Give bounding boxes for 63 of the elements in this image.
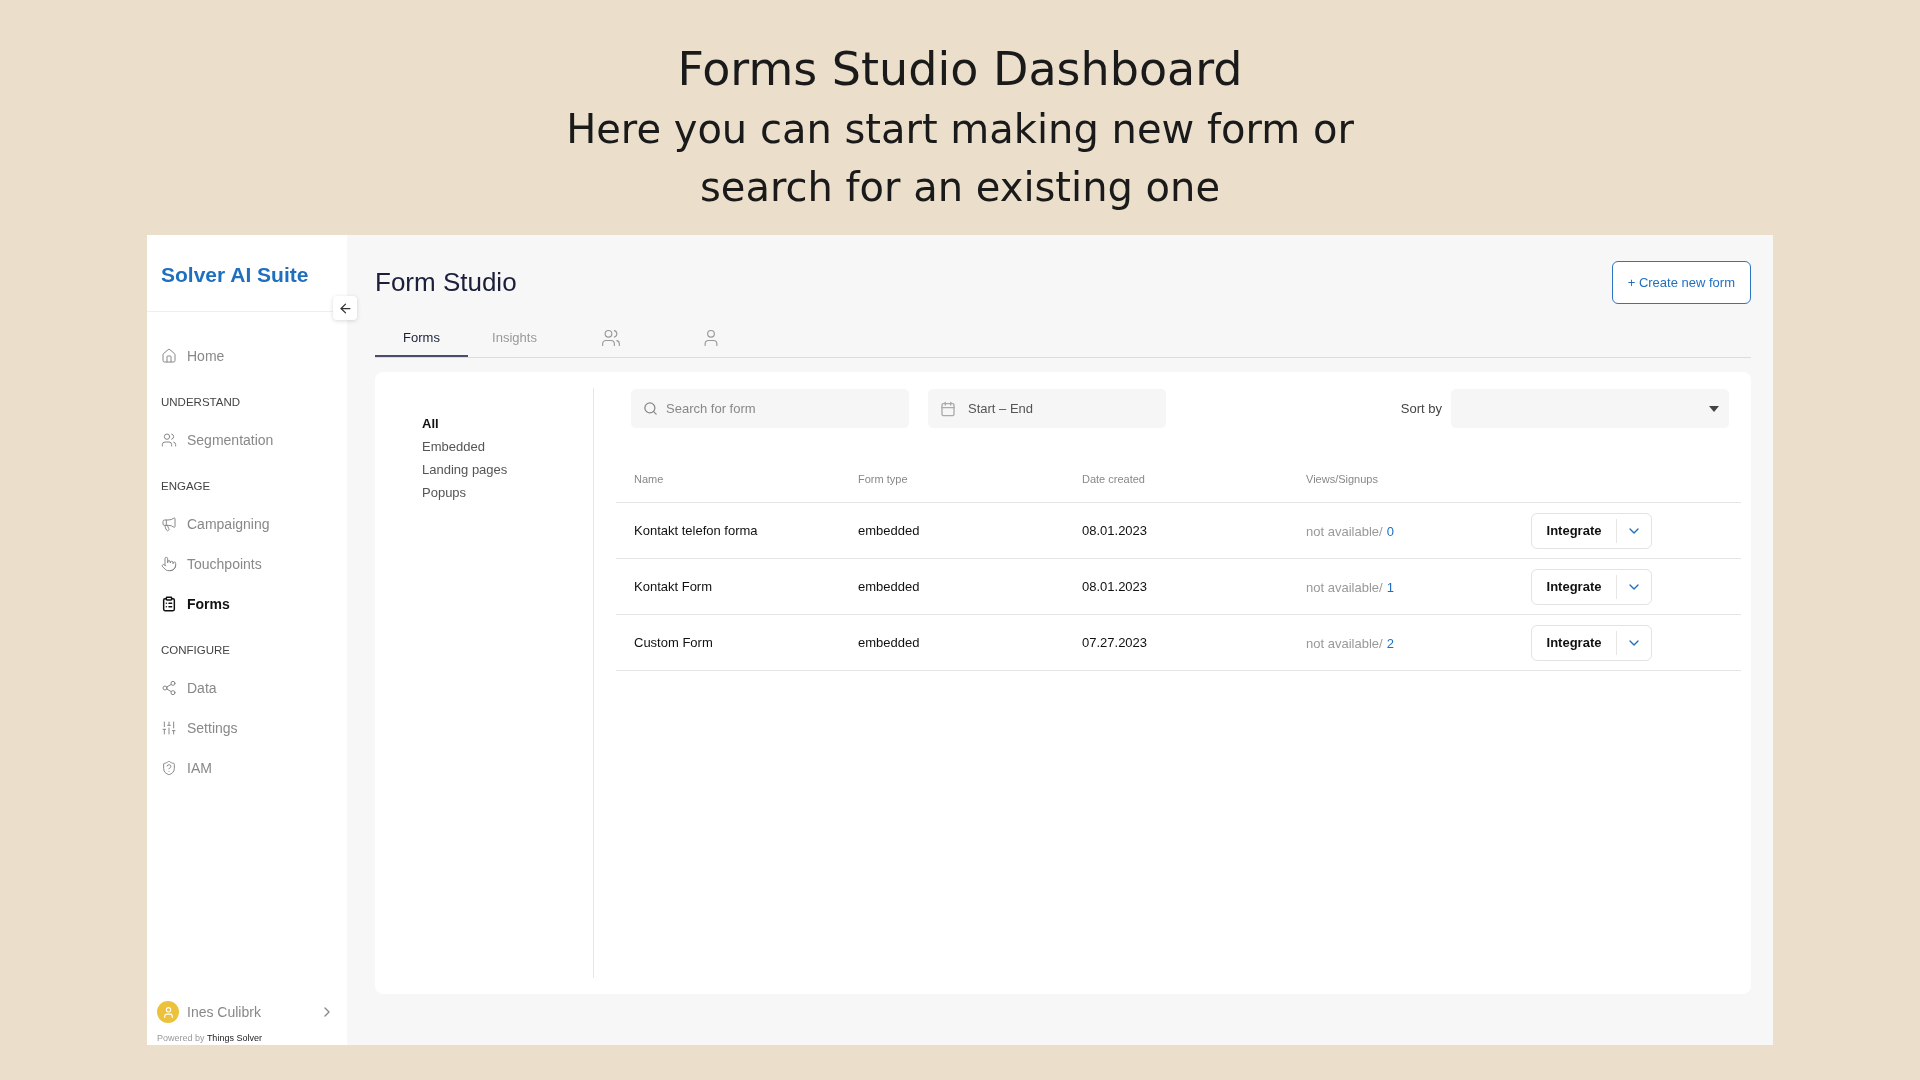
filter-item[interactable]: Embedded	[422, 439, 593, 454]
column-header: Name	[634, 473, 665, 485]
slide-subtitle: Here you can start making new form or search for an existing one	[565, 104, 1355, 212]
table-cell-text: 07.27.2023	[1082, 635, 1149, 650]
sort-label: Sort by	[1400, 401, 1442, 416]
megaphone-icon	[161, 516, 177, 532]
views-text: not available/	[1306, 523, 1383, 539]
nav-section-label: ENGAGE	[160, 479, 212, 494]
powered-by-text: Powered by Things Solver	[156, 1032, 263, 1045]
sidebar-item[interactable]: IAM	[147, 748, 347, 788]
hand-pointer-icon	[161, 556, 177, 572]
table-cell-text: Custom Form	[634, 635, 714, 650]
create-form-button[interactable]: + Create new form	[1611, 261, 1751, 304]
sidebar-item[interactable]: Settings	[147, 708, 347, 748]
signups-count[interactable]: 0	[1386, 523, 1394, 539]
sort-select[interactable]	[1451, 389, 1729, 428]
avatar-icon	[157, 1001, 179, 1023]
page-title: Form Studio	[375, 267, 517, 298]
tab[interactable]: Insights	[468, 320, 561, 357]
integrate-button[interactable]: Integrate	[1532, 574, 1617, 599]
home-icon	[161, 348, 177, 364]
users-icon	[601, 327, 621, 348]
views-text: not available/	[1306, 635, 1383, 651]
filter-item[interactable]: Landing pages	[422, 462, 593, 477]
table-cell-text: embedded	[858, 523, 921, 538]
filter-item[interactable]: Popups	[422, 485, 593, 500]
sidebar-item[interactable]: Data	[147, 668, 347, 708]
signups-count[interactable]: 1	[1386, 579, 1394, 595]
clipboard-icon	[161, 596, 177, 612]
filter-item[interactable]: All	[422, 416, 593, 431]
table-cell-text: embedded	[858, 635, 921, 650]
shield-icon	[161, 760, 177, 776]
signups-count[interactable]: 2	[1386, 635, 1394, 651]
integrate-button[interactable]: Integrate	[1532, 630, 1617, 655]
sidebar-item[interactable]: Segmentation	[147, 420, 347, 460]
nav-section-label: CONFIGURE	[160, 643, 231, 658]
sidebar-item[interactable]: Campaigning	[147, 504, 347, 544]
search-field[interactable]: Search for form	[631, 389, 909, 428]
column-header: Views/Signups	[1306, 473, 1379, 485]
sliders-icon	[161, 720, 177, 736]
integrate-button[interactable]: Integrate	[1532, 518, 1617, 543]
calendar-icon	[940, 400, 956, 417]
users-icon	[161, 432, 177, 448]
sidebar-item[interactable]: Touchpoints	[147, 544, 347, 584]
dropdown-icon	[1709, 405, 1719, 412]
table-cell-text: embedded	[858, 579, 921, 594]
column-header: Date created	[1082, 473, 1146, 485]
column-header: Form type	[858, 473, 909, 485]
search-icon	[643, 401, 658, 416]
slide-title: Forms Studio Dashboard	[677, 41, 1243, 98]
nodes-icon	[161, 680, 177, 696]
table-cell-text: Kontakt Form	[634, 579, 714, 594]
views-text: not available/	[1306, 579, 1383, 595]
table-cell-text: 08.01.2023	[1082, 523, 1149, 538]
table-cell-text: 08.01.2023	[1082, 579, 1149, 594]
tab[interactable]: Forms	[375, 320, 468, 357]
sidebar-item[interactable]: Home	[147, 336, 347, 376]
table-cell-text: Kontakt telefon forma	[634, 523, 759, 538]
collapse-button[interactable]	[333, 296, 357, 320]
user-name[interactable]: Ines Culibrk	[187, 1004, 311, 1020]
sidebar-item[interactable]: Forms	[147, 584, 347, 624]
date-range-field[interactable]: Start – End	[928, 389, 1166, 428]
nav-section-label: UNDERSTAND	[160, 395, 241, 410]
